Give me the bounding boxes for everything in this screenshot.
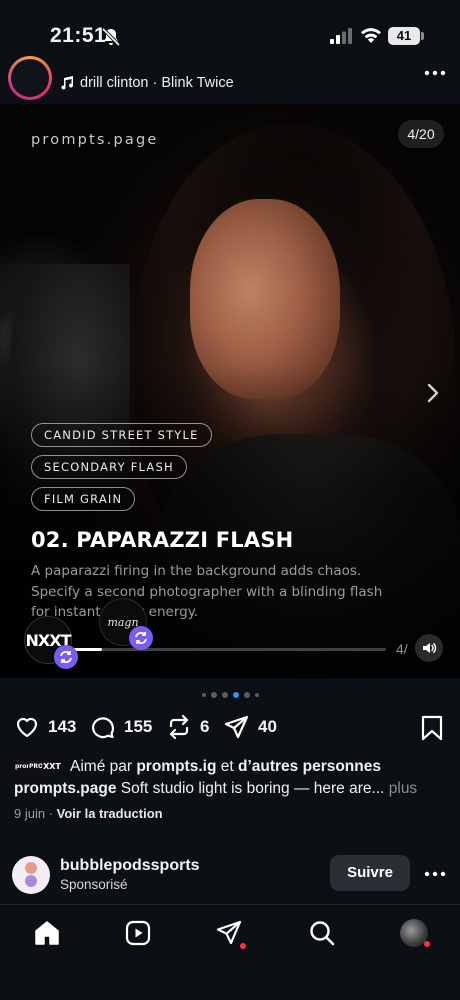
notification-dot bbox=[240, 943, 246, 949]
post-actions: 143 155 6 40 bbox=[0, 710, 460, 744]
carousel-dot bbox=[221, 692, 228, 698]
liked-by-connector: et bbox=[220, 758, 234, 775]
remix-icon bbox=[60, 651, 72, 663]
caption-text: Soft studio light is boring — here are..… bbox=[120, 780, 385, 797]
post-carousel-image[interactable]: prompts.page 4/20 CANDID STREET STYLE SE… bbox=[0, 104, 460, 678]
slide-description: A paparazzi firing in the background add… bbox=[31, 563, 383, 620]
status-time: 21:51 bbox=[50, 24, 107, 47]
chevron-right-icon[interactable] bbox=[424, 382, 442, 404]
share-action[interactable]: 40 bbox=[224, 714, 277, 740]
post-header: drill clinton · Blink Twice bbox=[0, 56, 460, 127]
liked-by-prefix: Aimé par bbox=[70, 758, 133, 775]
slide-counter: 4/20 bbox=[398, 120, 444, 148]
direct-icon[interactable] bbox=[215, 919, 243, 947]
liker-avatar: XXT bbox=[42, 757, 62, 777]
tag: CANDID STREET STYLE bbox=[31, 423, 212, 447]
liked-by-others[interactable]: d’autres personnes bbox=[238, 758, 381, 775]
remix-button[interactable] bbox=[54, 645, 78, 669]
search-icon[interactable] bbox=[308, 919, 336, 947]
tag: FILM GRAIN bbox=[31, 487, 136, 511]
carousel-dot bbox=[254, 693, 259, 697]
battery-tip bbox=[421, 32, 424, 40]
caption-more[interactable]: plus bbox=[389, 780, 417, 797]
post-date: 9 juin bbox=[14, 806, 46, 821]
sponsor-name[interactable]: bubblepodssports bbox=[60, 857, 200, 875]
repost-action[interactable]: 6 bbox=[166, 714, 209, 740]
bell-off-icon bbox=[101, 27, 121, 47]
comment-action[interactable]: 155 bbox=[90, 714, 152, 740]
meta-separator: · bbox=[48, 806, 57, 821]
heart-icon bbox=[16, 717, 38, 738]
bottom-navigation bbox=[0, 905, 460, 1000]
sponsor-avatar[interactable] bbox=[12, 856, 50, 894]
translate-link[interactable]: Voir la traduction bbox=[57, 806, 163, 821]
author-avatar[interactable] bbox=[8, 56, 52, 100]
bookmark-icon[interactable] bbox=[420, 715, 444, 741]
reposts-count: 6 bbox=[200, 717, 210, 736]
like-action[interactable]: 143 bbox=[14, 714, 76, 740]
carousel-dot bbox=[201, 693, 206, 697]
comments-count: 155 bbox=[124, 717, 153, 736]
sound-button[interactable] bbox=[415, 634, 443, 662]
carousel-dots bbox=[0, 690, 460, 700]
likes-count: 143 bbox=[48, 717, 77, 736]
repost-icon bbox=[169, 714, 189, 740]
notification-dot bbox=[424, 941, 430, 947]
audio-track-label: drill clinton · Blink Twice bbox=[80, 75, 234, 91]
shares-count: 40 bbox=[258, 717, 277, 736]
cellular-signal-icon bbox=[330, 28, 352, 44]
liked-by[interactable]: prompts PROMPTS XXT Aimé par prompts.ig … bbox=[14, 757, 381, 777]
send-icon bbox=[224, 715, 249, 739]
progress-fill bbox=[74, 648, 103, 651]
comment-icon bbox=[91, 717, 114, 739]
liked-by-user[interactable]: prompts.ig bbox=[136, 758, 216, 775]
progress-track bbox=[74, 648, 386, 651]
caption: prompts.page Soft studio light is boring… bbox=[14, 780, 454, 798]
carousel-dot bbox=[232, 692, 239, 698]
tag-list: CANDID STREET STYLE SECONDARY FLASH FILM… bbox=[31, 423, 212, 511]
more-options-icon[interactable] bbox=[424, 68, 446, 78]
follow-button[interactable]: Suivre bbox=[330, 855, 410, 891]
reels-icon[interactable] bbox=[124, 919, 152, 947]
wifi-icon bbox=[361, 28, 381, 43]
remix-button[interactable] bbox=[129, 626, 153, 650]
liked-by-text: Aimé par prompts.ig et d’autres personne… bbox=[70, 758, 381, 776]
battery-indicator: 41 bbox=[388, 27, 420, 45]
post-meta: 9 juin · Voir la traduction bbox=[14, 806, 163, 821]
audio-track[interactable]: drill clinton · Blink Twice bbox=[60, 75, 234, 91]
tag: SECONDARY FLASH bbox=[31, 455, 187, 479]
sponsored-label: Sponsorisé bbox=[60, 877, 128, 892]
watermark: prompts.page bbox=[31, 132, 159, 148]
slide-title: 02. PAPARAZZI FLASH bbox=[31, 528, 294, 552]
home-icon[interactable] bbox=[33, 919, 61, 947]
carousel-dot bbox=[210, 692, 217, 698]
speaker-icon bbox=[423, 643, 437, 653]
remix-icon bbox=[135, 632, 147, 644]
caption-user[interactable]: prompts.page bbox=[14, 780, 116, 797]
music-note-icon bbox=[61, 76, 74, 90]
sponsored-post-header: bubblepodssports Sponsorisé Suivre bbox=[0, 850, 460, 900]
mini-slide-counter: 4/ bbox=[396, 641, 408, 657]
more-options-icon[interactable] bbox=[424, 869, 446, 879]
carousel-dot bbox=[243, 692, 250, 698]
